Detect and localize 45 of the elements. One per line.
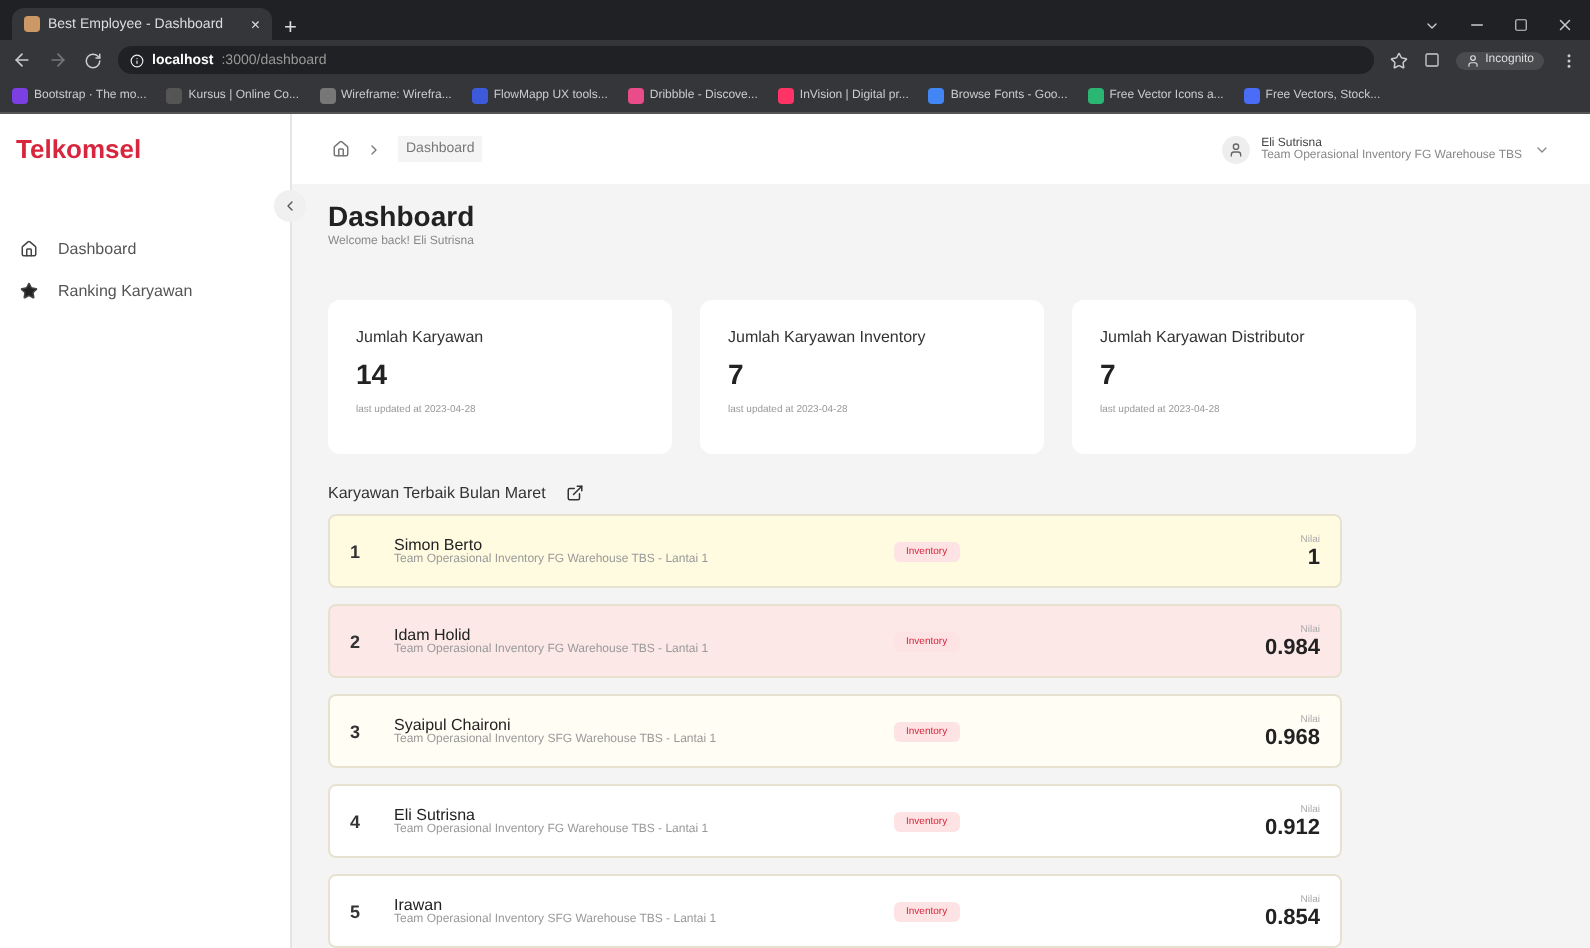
stat-label: Jumlah Karyawan Distributor <box>1100 328 1307 346</box>
stat-value: 7 <box>1100 358 1118 390</box>
score-value: 1 <box>1307 545 1320 569</box>
home-icon[interactable] <box>332 140 350 158</box>
home-icon <box>20 240 38 258</box>
employee-name: Syaipul Chaironi <box>394 716 511 734</box>
employee-name: Idam Holid <box>394 626 471 644</box>
tab-close-button[interactable]: × <box>250 15 260 33</box>
info-icon[interactable] <box>130 53 144 67</box>
bookmark-star-icon[interactable] <box>1389 51 1408 69</box>
rank-number: 4 <box>350 811 363 831</box>
favicon-icon <box>24 16 40 32</box>
rank-number: 3 <box>350 721 363 741</box>
employee-name: Simon Berto <box>394 536 483 554</box>
sidebar-item[interactable]: Ranking Karyawan <box>20 282 290 300</box>
stat-label: Jumlah Karyawan Inventory <box>728 328 928 346</box>
new-tab-button[interactable]: + <box>284 16 297 40</box>
logo: Telkomsel <box>14 132 144 164</box>
back-icon[interactable] <box>12 50 32 70</box>
score-value: 0.984 <box>1264 635 1320 659</box>
score-value: 0.968 <box>1264 725 1320 749</box>
employee-name: Irawan <box>394 896 443 914</box>
chevron-left-icon <box>282 198 298 214</box>
chevron-icon <box>366 141 382 157</box>
sidebar-item[interactable]: Dashboard <box>20 240 290 258</box>
maximize-icon[interactable] <box>1514 18 1528 32</box>
external-link-icon[interactable] <box>565 484 584 502</box>
rank-number: 5 <box>350 901 363 921</box>
rank-number: 2 <box>350 631 363 651</box>
close-icon[interactable] <box>1556 16 1574 34</box>
score-value: 0.854 <box>1264 905 1320 929</box>
star-icon <box>20 282 38 300</box>
score-value: 0.912 <box>1264 815 1320 839</box>
user-icon <box>1465 53 1480 67</box>
user-avatar-icon <box>1221 135 1250 163</box>
stat-label: Jumlah Karyawan <box>356 328 486 346</box>
employee-name: Eli Sutrisna <box>394 806 475 824</box>
forward-icon[interactable] <box>48 50 68 70</box>
section-title: Karyawan Terbaik Bulan Maret <box>328 484 546 502</box>
sidebar-icon[interactable] <box>1423 52 1440 68</box>
reload-icon[interactable] <box>84 51 102 69</box>
rank-number: 1 <box>350 541 363 561</box>
page-title: Dashboard <box>328 200 477 232</box>
stat-value: 7 <box>728 358 746 390</box>
stat-value: 14 <box>356 358 390 390</box>
